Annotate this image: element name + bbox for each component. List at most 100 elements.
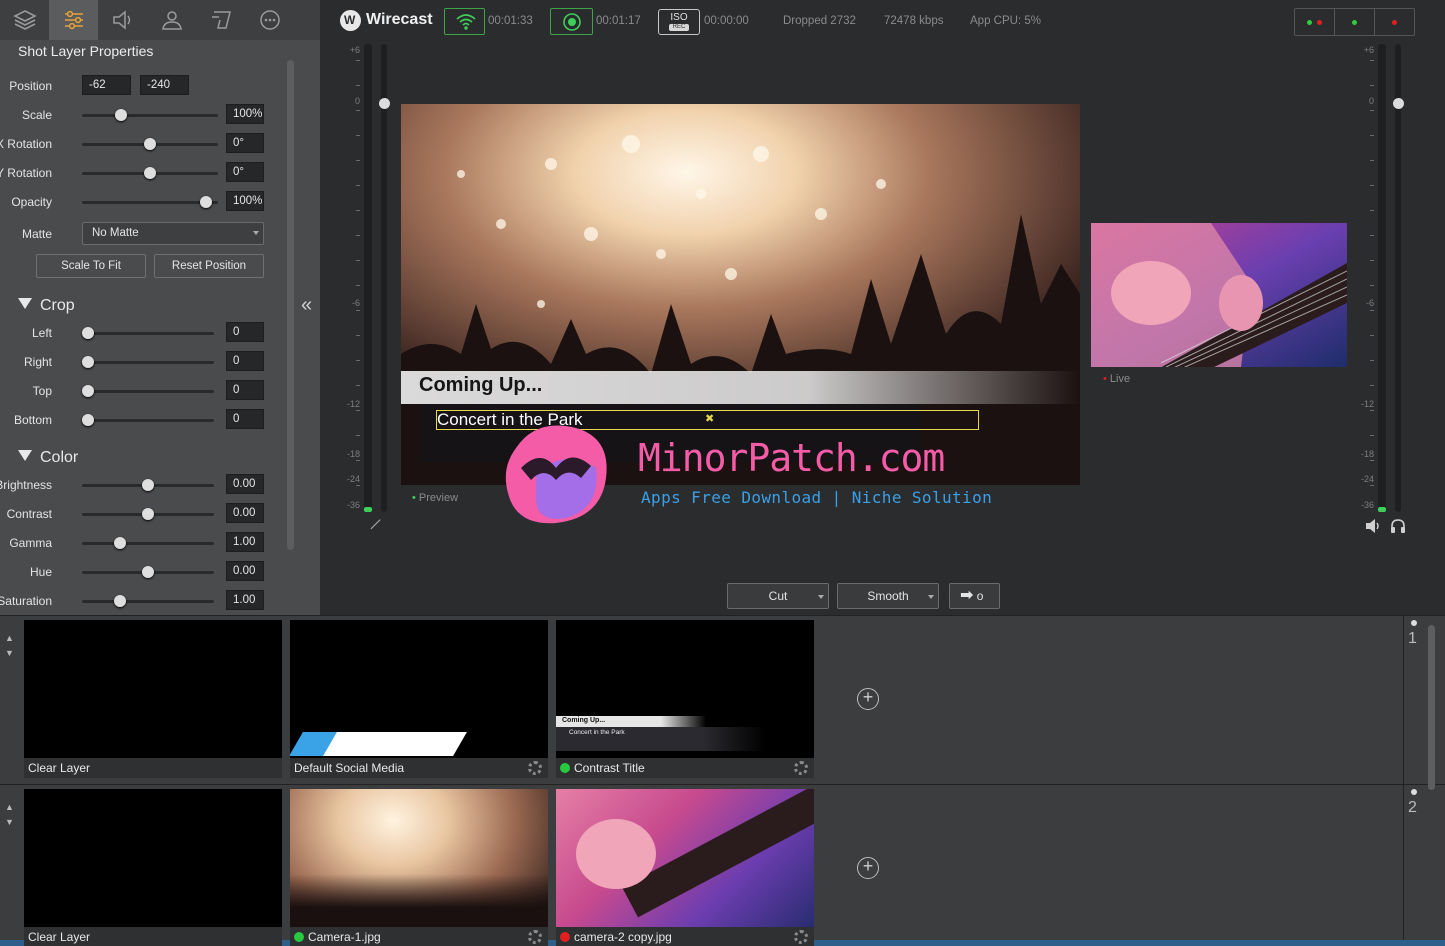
top-slider[interactable]: [82, 385, 214, 397]
hue-slider[interactable]: [82, 566, 214, 578]
shot-clear-layer[interactable]: Clear Layer: [24, 789, 282, 946]
right-value-field[interactable]: 0: [226, 351, 264, 371]
brightness-slider[interactable]: [82, 479, 214, 491]
scale-slider[interactable]: [82, 109, 218, 121]
scale-to-fit-button[interactable]: Scale To Fit: [36, 254, 146, 278]
hue-slider-knob[interactable]: [142, 566, 154, 578]
gear-icon[interactable]: [794, 761, 808, 775]
gear-icon[interactable]: [528, 761, 542, 775]
hue-label: Hue: [29, 565, 52, 579]
scale-slider-knob[interactable]: [115, 109, 128, 121]
brightness-value-field[interactable]: 0.00: [226, 474, 264, 494]
layers-icon[interactable]: [0, 0, 49, 40]
right-slider[interactable]: [82, 356, 214, 368]
reset-position-button[interactable]: Reset Position: [154, 254, 264, 278]
opacity-slider-knob[interactable]: [199, 196, 212, 208]
go-button[interactable]: ➡ o: [949, 583, 1000, 609]
bottom-slider-knob[interactable]: [82, 414, 94, 426]
gamma-value-field[interactable]: 1.00: [226, 532, 264, 552]
position-y-field[interactable]: -240: [140, 75, 189, 95]
lower-third-title-bar: Coming Up...: [401, 371, 1080, 404]
color-title: Color: [40, 449, 79, 466]
collapse-panel-icon[interactable]: «: [301, 294, 312, 317]
shot-label: Contrast Title: [556, 758, 814, 778]
scale-label: Scale: [21, 108, 52, 122]
watermark-name: MinorPatch.com: [638, 436, 945, 480]
layer-visible-dot[interactable]: [1411, 789, 1417, 795]
more-icon[interactable]: [245, 0, 294, 40]
y-rotation-value-field[interactable]: 0°: [226, 162, 264, 182]
shot-camera-2-copy-jpg[interactable]: camera-2 copy.jpg: [556, 789, 814, 946]
add-shot-button[interactable]: +: [857, 688, 879, 710]
left-value-field[interactable]: 0: [226, 322, 264, 342]
x-rotation-value-field[interactable]: 0°: [226, 133, 264, 153]
matte-select[interactable]: No Matte: [82, 222, 264, 245]
layer-visible-dot[interactable]: [1411, 620, 1417, 626]
preview-volume-track[interactable]: [381, 44, 387, 512]
crop-section-header[interactable]: Crop: [18, 297, 75, 315]
gamma-slider[interactable]: [82, 537, 214, 549]
cut-transition-select[interactable]: Cut: [727, 583, 829, 609]
panel-tabs: [0, 0, 320, 40]
mute-icon[interactable]: |: [368, 516, 393, 541]
speaker-icon[interactable]: [1365, 518, 1381, 534]
x-rotation-slider[interactable]: [82, 138, 218, 150]
text-icon[interactable]: [196, 0, 245, 40]
shot-camera-1-jpg[interactable]: Camera-1.jpg: [290, 789, 548, 946]
layer-move-down-icon[interactable]: ▼: [5, 648, 14, 658]
audio-icon[interactable]: [98, 0, 147, 40]
contrast-value-field[interactable]: 0.00: [226, 503, 264, 523]
opacity-value-field[interactable]: 100%: [226, 191, 264, 211]
person-icon[interactable]: [147, 0, 196, 40]
bottom-value-field[interactable]: 0: [226, 409, 264, 429]
x-rotation-slider-knob[interactable]: [144, 138, 156, 150]
headphones-icon[interactable]: [1390, 518, 1406, 534]
scale-value-field[interactable]: 100%: [226, 104, 264, 124]
live-volume-knob[interactable]: [1393, 98, 1404, 109]
stream-button[interactable]: [444, 8, 485, 35]
layer-move-down-icon[interactable]: ▼: [5, 817, 14, 827]
left-slider[interactable]: [82, 327, 214, 339]
contrast-slider[interactable]: [82, 508, 214, 520]
hue-value-field[interactable]: 0.00: [226, 561, 264, 581]
right-slider-knob[interactable]: [82, 356, 94, 368]
smooth-transition-select[interactable]: Smooth: [837, 583, 939, 609]
opacity-slider[interactable]: [82, 196, 218, 208]
layers-scrollbar[interactable]: [1428, 625, 1435, 790]
panel-scrollbar[interactable]: [287, 60, 294, 550]
saturation-value-field[interactable]: 1.00: [226, 590, 264, 610]
record-button[interactable]: [550, 8, 593, 35]
color-section-header[interactable]: Color: [18, 449, 78, 467]
anchor-icon[interactable]: ✖: [705, 412, 714, 425]
left-slider-knob[interactable]: [82, 327, 94, 339]
layer-reorder-arrows[interactable]: ▲: [5, 797, 14, 817]
contrast-slider-knob[interactable]: [142, 508, 154, 520]
shot-contrast-title[interactable]: Coming Up... Concert in the Park Contrast …: [556, 620, 814, 778]
layer-reorder-arrows[interactable]: ▲: [5, 628, 14, 648]
saturation-slider-knob[interactable]: [114, 595, 127, 607]
preview-volume-knob[interactable]: [379, 98, 390, 109]
stream-status-light[interactable]: [1295, 9, 1335, 35]
y-rotation-slider-knob[interactable]: [144, 167, 156, 179]
add-shot-button[interactable]: +: [857, 857, 879, 879]
gear-icon[interactable]: [794, 930, 808, 944]
y-rotation-label: Y Rotation: [0, 166, 52, 180]
shot-default-social-media[interactable]: Default Social Media: [290, 620, 548, 778]
bottom-slider[interactable]: [82, 414, 214, 426]
gamma-slider-knob[interactable]: [114, 537, 127, 549]
top-value-field[interactable]: 0: [226, 380, 264, 400]
iso-status-light[interactable]: [1375, 9, 1414, 35]
y-rotation-slider[interactable]: [82, 167, 218, 179]
iso-label: ISO: [670, 12, 688, 23]
live-volume-track[interactable]: [1395, 44, 1401, 512]
live-monitor[interactable]: [1091, 223, 1347, 367]
record-status-light[interactable]: [1335, 9, 1375, 35]
iso-rec-button[interactable]: ISO REC: [658, 9, 700, 35]
gear-icon[interactable]: [528, 930, 542, 944]
sliders-icon[interactable]: [49, 0, 98, 40]
brightness-slider-knob[interactable]: [142, 479, 154, 491]
shot-clear-layer[interactable]: Clear Layer: [24, 620, 282, 778]
saturation-slider[interactable]: [82, 595, 214, 607]
top-slider-knob[interactable]: [82, 385, 94, 397]
position-x-field[interactable]: -62: [82, 75, 131, 95]
